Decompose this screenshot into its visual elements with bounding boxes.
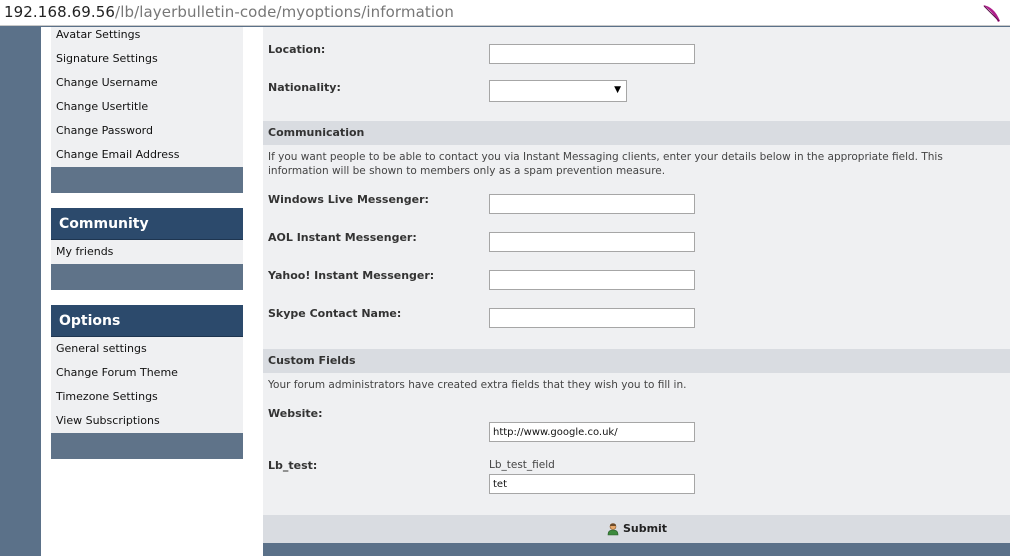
sidebar-item-change-usertitle[interactable]: Change Usertitle — [51, 95, 243, 119]
aim-input[interactable] — [489, 232, 695, 252]
sidebar-item-timezone-settings[interactable]: Timezone Settings — [51, 385, 243, 409]
options-menu: General settings Change Forum Theme Time… — [51, 337, 243, 433]
nationality-select[interactable]: ▼ — [489, 80, 627, 102]
communication-description: If you want people to be able to contact… — [268, 151, 943, 177]
page-body: Avatar Settings Signature Settings Chang… — [41, 27, 1010, 556]
sidebar-item-change-username[interactable]: Change Username — [51, 71, 243, 95]
lbtest-input[interactable] — [489, 474, 695, 494]
profile-form: Location: Nationality: ▼ Communication I… — [263, 27, 1010, 556]
sidebar-item-change-password[interactable]: Change Password — [51, 119, 243, 143]
sidebar-item-change-email[interactable]: Change Email Address — [51, 143, 243, 167]
skype-input[interactable] — [489, 308, 695, 328]
dropdown-arrow-icon: ▼ — [614, 85, 621, 95]
user-icon — [607, 523, 619, 536]
sidebar: Avatar Settings Signature Settings Chang… — [51, 27, 243, 459]
sidebar-footer-bar — [51, 264, 243, 290]
options-heading: Options — [51, 305, 243, 337]
sidebar-item-my-friends[interactable]: My friends — [51, 240, 243, 264]
website-input[interactable] — [489, 422, 695, 442]
sidebar-footer-bar — [51, 433, 243, 459]
community-menu: My friends — [51, 240, 243, 264]
url-text[interactable]: 192.168.69.56/lb/layerbulletin-code/myop… — [4, 3, 454, 21]
sidebar-item-general-settings[interactable]: General settings — [51, 337, 243, 361]
sidebar-item-signature-settings[interactable]: Signature Settings — [51, 47, 243, 71]
website-label: Website: — [268, 407, 323, 420]
custom-fields-heading: Custom Fields — [263, 349, 1010, 373]
submit-button[interactable]: Submit — [606, 515, 667, 543]
yahoo-input[interactable] — [489, 270, 695, 290]
communication-heading: Communication — [263, 121, 1010, 145]
sidebar-item-avatar-settings[interactable]: Avatar Settings — [51, 27, 243, 47]
nationality-label: Nationality: — [268, 81, 341, 94]
sidebar-item-change-forum-theme[interactable]: Change Forum Theme — [51, 361, 243, 385]
location-input[interactable] — [489, 44, 695, 64]
feather-icon[interactable] — [980, 2, 1002, 24]
custom-fields-description: Your forum administrators have created e… — [268, 379, 687, 391]
sidebar-footer-bar — [51, 167, 243, 193]
wlm-label: Windows Live Messenger: — [268, 193, 429, 206]
skype-label: Skype Contact Name: — [268, 307, 402, 320]
aim-label: AOL Instant Messenger: — [268, 231, 417, 244]
location-label: Location: — [268, 43, 326, 56]
address-bar[interactable]: 192.168.69.56/lb/layerbulletin-code/myop… — [0, 0, 1010, 26]
footer-bar — [263, 543, 1010, 556]
profile-menu: Avatar Settings Signature Settings Chang… — [51, 27, 243, 167]
url-host: 192.168.69.56 — [4, 3, 116, 21]
wlm-input[interactable] — [489, 194, 695, 214]
submit-label: Submit — [622, 522, 668, 535]
yahoo-label: Yahoo! Instant Messenger: — [268, 269, 435, 282]
lbtest-label: Lb_test: — [268, 459, 318, 472]
sidebar-item-view-subscriptions[interactable]: View Subscriptions — [51, 409, 243, 433]
community-heading: Community — [51, 208, 243, 240]
lbtest-hint: Lb_test_field — [489, 459, 555, 471]
submit-bar: Submit — [263, 515, 1010, 543]
url-path: /lb/layerbulletin-code/myoptions/informa… — [115, 3, 455, 21]
